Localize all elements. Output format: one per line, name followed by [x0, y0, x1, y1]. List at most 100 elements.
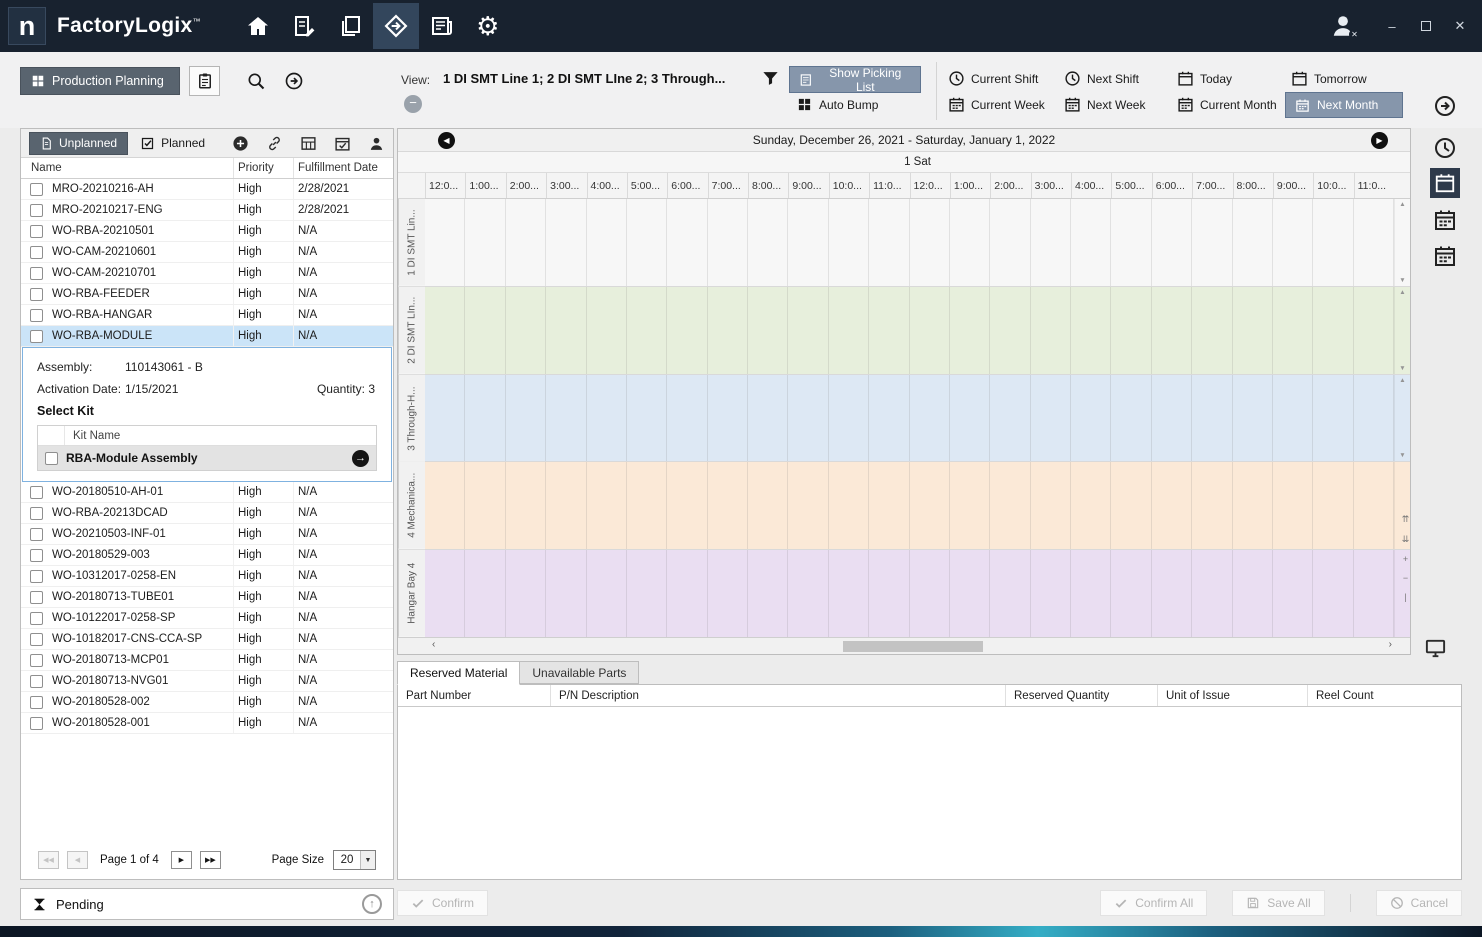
schedule-grid-row[interactable]	[425, 287, 1394, 374]
schedule-cell[interactable]	[990, 375, 1030, 462]
previous-range-button[interactable]: ◀	[438, 132, 455, 149]
row-scroll-down-icon[interactable]: ▼	[1399, 365, 1405, 372]
schedule-cell[interactable]	[708, 287, 748, 374]
column-header[interactable]: Part Number	[398, 685, 551, 706]
row-checkbox[interactable]	[30, 633, 43, 646]
column-header[interactable]: Reserved Quantity	[1006, 685, 1158, 706]
zoom-in-icon[interactable]: +	[1403, 554, 1408, 564]
process-definitions-icon[interactable]	[281, 3, 327, 49]
schedule-cell[interactable]	[708, 550, 748, 637]
schedule-cell[interactable]	[667, 199, 707, 286]
schedule-cell[interactable]	[788, 550, 828, 637]
row-checkbox[interactable]	[30, 717, 43, 730]
settings-gear-icon[interactable]: ⚙	[465, 3, 511, 49]
kit-name-column-header[interactable]: Kit Name	[65, 426, 120, 445]
schedule-cell[interactable]	[1313, 199, 1353, 286]
schedule-cell[interactable]	[627, 462, 667, 549]
row-scrollbar[interactable]: ▲▼	[1394, 287, 1410, 374]
tab-reserved-material[interactable]: Reserved Material	[397, 661, 520, 685]
schedule-cell[interactable]	[667, 287, 707, 374]
next-range-button[interactable]: ▶	[1371, 132, 1388, 149]
schedule-cell[interactable]	[869, 550, 909, 637]
schedule-cell[interactable]	[587, 462, 627, 549]
workorder-row[interactable]: WO-20180529-003HighN/A	[21, 545, 393, 566]
scroll-right-icon[interactable]: ›	[1389, 639, 1392, 650]
minimize-button[interactable]: –	[1384, 19, 1400, 34]
schedule-cell[interactable]	[1111, 550, 1151, 637]
row-scroll-up-icon[interactable]: ▲	[1399, 201, 1405, 208]
schedule-cell[interactable]	[950, 287, 990, 374]
home-icon[interactable]	[235, 3, 281, 49]
schedule-cell[interactable]	[1233, 199, 1273, 286]
schedule-cell[interactable]	[950, 462, 990, 549]
schedule-cell[interactable]	[1152, 199, 1192, 286]
row-checkbox[interactable]	[30, 183, 43, 196]
schedule-check-icon[interactable]	[334, 135, 351, 152]
schedule-cell[interactable]	[587, 550, 627, 637]
schedule-cell[interactable]	[708, 462, 748, 549]
schedule-cell[interactable]	[829, 550, 869, 637]
previous-page-button[interactable]: ◀	[67, 851, 88, 869]
schedule-grid-row[interactable]	[425, 550, 1394, 637]
planning-board-button[interactable]	[189, 66, 220, 96]
column-header[interactable]: Reel Count	[1308, 685, 1461, 706]
schedule-cell[interactable]	[748, 199, 788, 286]
next-page-button[interactable]: ▶	[171, 851, 192, 869]
workorder-row[interactable]: WO-RBA-MODULEHighN/A	[21, 326, 393, 347]
row-checkbox[interactable]	[30, 204, 43, 217]
week-view-icon[interactable]	[1433, 208, 1457, 232]
page-size-select[interactable]: 20 ▼	[333, 850, 376, 870]
schedule-cell[interactable]	[1192, 375, 1232, 462]
schedule-cell[interactable]	[1354, 550, 1394, 637]
schedule-cell[interactable]	[1071, 550, 1111, 637]
schedule-cell[interactable]	[1111, 199, 1151, 286]
schedule-cell[interactable]	[1313, 287, 1353, 374]
current-week-button[interactable]: Current Week	[948, 96, 1045, 113]
row-checkbox[interactable]	[30, 507, 43, 520]
schedule-cell[interactable]	[425, 462, 465, 549]
schedule-cell[interactable]	[829, 462, 869, 549]
schedule-cell[interactable]	[910, 199, 950, 286]
schedule-cell[interactable]	[748, 462, 788, 549]
row-scroll-down-icon[interactable]: ▼	[1399, 277, 1405, 284]
schedule-cell[interactable]	[788, 375, 828, 462]
schedule-cell[interactable]	[1152, 287, 1192, 374]
schedule-cell[interactable]	[910, 375, 950, 462]
column-header[interactable]: P/N Description	[551, 685, 1006, 706]
schedule-cell[interactable]	[506, 375, 546, 462]
schedule-cell[interactable]	[1354, 375, 1394, 462]
go-to-icon[interactable]	[284, 71, 304, 91]
schedule-cell[interactable]	[1031, 462, 1071, 549]
schedule-cell[interactable]	[1233, 550, 1273, 637]
schedule-cell[interactable]	[506, 462, 546, 549]
row-checkbox[interactable]	[30, 654, 43, 667]
schedule-cell[interactable]	[1071, 287, 1111, 374]
schedule-cell[interactable]	[425, 287, 465, 374]
next-month-button[interactable]: Next Month	[1285, 92, 1403, 118]
schedule-cell[interactable]	[950, 550, 990, 637]
schedule-cell[interactable]	[667, 462, 707, 549]
schedule-cell[interactable]	[667, 375, 707, 462]
schedule-cell[interactable]	[788, 462, 828, 549]
next-shift-button[interactable]: Next Shift	[1064, 70, 1139, 87]
schedule-cell[interactable]	[990, 199, 1030, 286]
schedule-cell[interactable]	[425, 375, 465, 462]
kit-checkbox[interactable]	[45, 452, 58, 465]
auto-bump-button[interactable]: Auto Bump	[797, 97, 878, 112]
schedule-cell[interactable]	[1071, 199, 1111, 286]
schedule-grid-row[interactable]	[425, 462, 1394, 549]
schedule-cell[interactable]	[1273, 287, 1313, 374]
schedule-cell[interactable]	[910, 462, 950, 549]
schedule-cell[interactable]	[506, 287, 546, 374]
schedule-cell[interactable]	[829, 375, 869, 462]
schedule-cell[interactable]	[869, 199, 909, 286]
schedule-cell[interactable]	[1273, 199, 1313, 286]
workorder-row[interactable]: WO-RBA-20210501HighN/A	[21, 221, 393, 242]
next-week-button[interactable]: Next Week	[1064, 96, 1145, 113]
column-header-priority[interactable]: Priority	[234, 158, 294, 178]
row-checkbox[interactable]	[30, 570, 43, 583]
schedule-cell[interactable]	[587, 287, 627, 374]
workorder-row[interactable]: WO-20180713-MCP01HighN/A	[21, 650, 393, 671]
workorder-row[interactable]: WO-20180510-AH-01HighN/A	[21, 482, 393, 503]
row-checkbox[interactable]	[30, 309, 43, 322]
